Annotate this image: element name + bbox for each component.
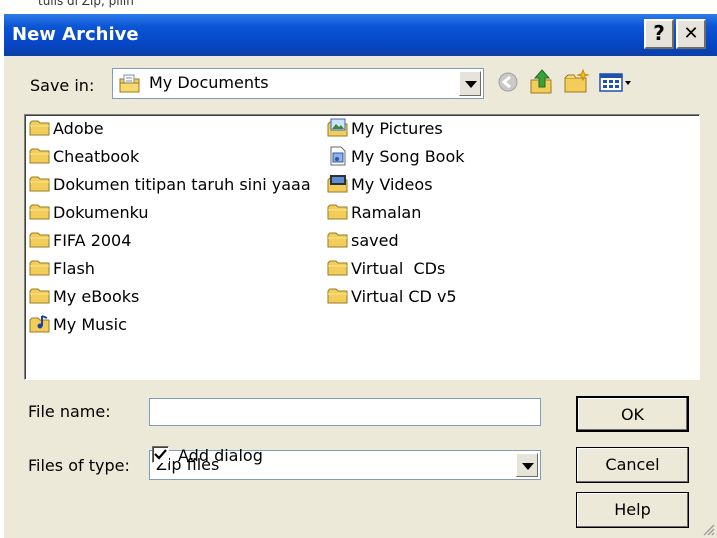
- file-list[interactable]: Adobe Cheatbook Dokumen titipan taruh si…: [24, 114, 700, 380]
- list-item-label: My Pictures: [351, 118, 443, 138]
- list-item-label: saved: [351, 230, 399, 250]
- title-bar[interactable]: New Archive ? ✕: [4, 14, 717, 56]
- folder-icon: [29, 120, 50, 136]
- checkmark-icon: [154, 449, 167, 460]
- list-item-label: Flash: [53, 258, 95, 278]
- save-in-value: My Documents: [149, 73, 269, 92]
- folder-icon: [29, 176, 50, 192]
- ok-button[interactable]: OK: [576, 396, 689, 432]
- help-button[interactable]: Help: [576, 492, 689, 528]
- list-item-folder[interactable]: My eBooks: [29, 283, 139, 309]
- folder-icon: [327, 204, 348, 220]
- save-in-select[interactable]: My Documents: [112, 68, 484, 99]
- filetype-label: Files of type:: [28, 456, 130, 475]
- list-item-label: Adobe: [53, 118, 104, 138]
- list-item-label: Dokumenku: [53, 202, 149, 222]
- folder-icon: [29, 204, 50, 220]
- list-item-folder[interactable]: Ramalan: [327, 199, 421, 225]
- new-archive-dialog: tulis di Zip, pilih New Archive ? ✕ Save…: [0, 0, 717, 538]
- folder-icon: [327, 260, 348, 276]
- list-item-label: My Videos: [351, 174, 433, 194]
- folder-icon: [327, 288, 348, 304]
- pictures-folder-icon: [327, 118, 348, 137]
- list-item-folder[interactable]: Flash: [29, 255, 95, 281]
- list-item-label: FIFA 2004: [53, 230, 132, 250]
- list-item-label: My Song Book: [351, 146, 465, 166]
- help-title-button[interactable]: ?: [644, 19, 674, 49]
- list-item-label: My Music: [53, 314, 127, 334]
- folder-icon: [29, 148, 50, 164]
- list-item-folder[interactable]: Dokumen titipan taruh sini yaaa: [29, 171, 311, 197]
- list-item-label: Dokumen titipan taruh sini yaaa: [53, 174, 311, 194]
- filename-input[interactable]: [149, 398, 541, 426]
- background-strip: tulis di Zip, pilih: [0, 0, 717, 14]
- close-button[interactable]: ✕: [676, 19, 706, 49]
- folder-icon: [29, 288, 50, 304]
- cancel-button[interactable]: Cancel: [576, 447, 689, 483]
- add-dialog-checkbox[interactable]: [152, 446, 169, 463]
- new-folder-icon[interactable]: [562, 68, 590, 96]
- list-item-label: Cheatbook: [53, 146, 140, 166]
- folder-icon: [29, 232, 50, 248]
- back-icon[interactable]: [494, 68, 522, 96]
- add-dialog-label: Add dialog: [178, 446, 263, 465]
- music-folder-icon: [29, 315, 50, 333]
- my-documents-icon: [119, 74, 140, 93]
- up-folder-icon[interactable]: [528, 68, 556, 96]
- dialog-title: New Archive: [12, 24, 139, 45]
- list-item-folder[interactable]: Cheatbook: [29, 143, 139, 169]
- save-in-label: Save in:: [30, 76, 95, 95]
- list-item-label: Virtual CDs: [351, 258, 446, 278]
- list-item-folder[interactable]: saved: [327, 227, 399, 253]
- chevron-down-icon[interactable]: [459, 71, 481, 96]
- list-item-label: My eBooks: [53, 286, 140, 306]
- dialog-body: Save in: My Documents Adobe Cheatbook Do…: [4, 56, 717, 538]
- list-item-folder[interactable]: FIFA 2004: [29, 227, 131, 253]
- chevron-down-icon[interactable]: [516, 453, 538, 477]
- list-item-folder[interactable]: Virtual CDs: [327, 255, 445, 281]
- background-strip-text: tulis di Zip, pilih: [38, 0, 134, 8]
- list-item-file[interactable]: My Song Book: [327, 143, 465, 169]
- list-item-folder[interactable]: My Pictures: [327, 115, 443, 141]
- list-item-folder[interactable]: My Music: [29, 311, 127, 337]
- list-item-folder[interactable]: Virtual CD v5: [327, 283, 457, 309]
- folder-icon: [327, 232, 348, 248]
- list-item-label: Ramalan: [351, 202, 422, 222]
- filename-label: File name:: [28, 402, 111, 421]
- list-item-folder[interactable]: Adobe: [29, 115, 104, 141]
- videos-folder-icon: [327, 175, 348, 193]
- song-book-icon: [330, 146, 346, 166]
- folder-icon: [29, 260, 50, 276]
- list-item-folder[interactable]: Dokumenku: [29, 199, 149, 225]
- list-item-label: Virtual CD v5: [351, 286, 457, 306]
- list-item-folder[interactable]: My Videos: [327, 171, 433, 197]
- resize-grip-icon[interactable]: [701, 522, 715, 536]
- view-menu-icon[interactable]: [598, 68, 634, 96]
